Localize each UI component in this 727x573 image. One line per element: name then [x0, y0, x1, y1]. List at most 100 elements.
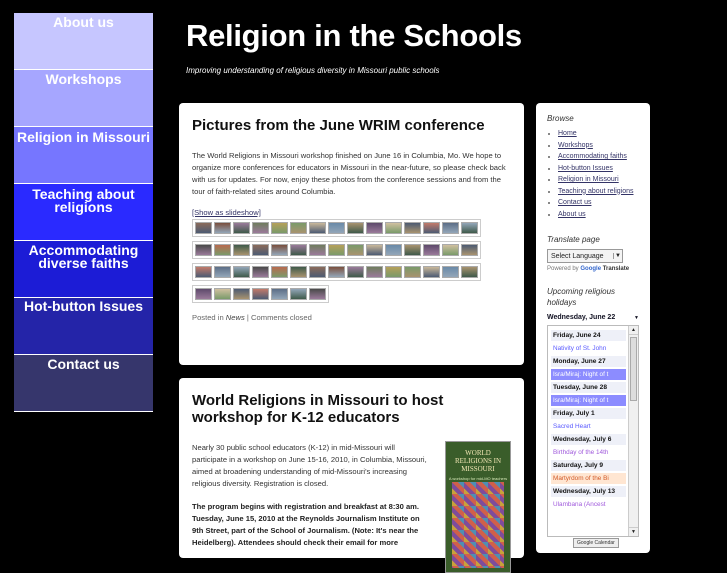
nav-label: Contact us — [47, 356, 120, 372]
language-select[interactable]: Select Language ▼ — [547, 249, 623, 263]
gallery-thumbnail[interactable] — [271, 266, 288, 278]
gallery-thumbnail[interactable] — [461, 222, 478, 234]
gallery-thumbnail[interactable] — [423, 244, 440, 256]
calendar-event[interactable]: Sacred Heart — [551, 421, 626, 432]
calendar-day-header: Friday, July 1 — [551, 408, 626, 419]
gallery-row — [192, 241, 481, 259]
gallery-thumbnail[interactable] — [195, 244, 212, 256]
gallery-thumbnail[interactable] — [271, 244, 288, 256]
gallery-thumbnail[interactable] — [252, 288, 269, 300]
gallery-thumbnail[interactable] — [214, 288, 231, 300]
calendar-event[interactable]: Birthday of the 14th — [551, 447, 626, 458]
browse-link[interactable]: Religion in Missouri — [558, 176, 619, 183]
gallery-thumbnail[interactable] — [328, 266, 345, 278]
gallery-thumbnail[interactable] — [347, 266, 364, 278]
gallery-thumbnail[interactable] — [195, 266, 212, 278]
gallery-thumbnail[interactable] — [271, 222, 288, 234]
gallery-thumbnail[interactable] — [309, 288, 326, 300]
gallery-thumbnail[interactable] — [309, 266, 326, 278]
site-tagline: Improving understanding of religious div… — [186, 66, 440, 75]
gallery-thumbnail[interactable] — [442, 266, 459, 278]
post-title[interactable]: World Religions in Missouri to host work… — [192, 392, 511, 426]
browse-link[interactable]: About us — [558, 211, 586, 218]
gallery-thumbnail[interactable] — [366, 266, 383, 278]
workshop-poster-image[interactable]: WORLD RELIGIONS IN MISSOURI A workshop f… — [445, 441, 511, 573]
posted-in-label: Posted in — [192, 313, 224, 322]
gallery-thumbnail[interactable] — [461, 244, 478, 256]
google-calendar-button[interactable]: Google Calendar — [573, 538, 619, 548]
browse-link[interactable]: Accommodating faiths — [558, 153, 627, 160]
google-logo[interactable]: Google — [580, 266, 601, 272]
gallery-thumbnail[interactable] — [442, 222, 459, 234]
scroll-down-icon[interactable]: ▼ — [629, 527, 638, 536]
gallery-row — [192, 219, 481, 237]
gallery-thumbnail[interactable] — [442, 244, 459, 256]
gallery-thumbnail[interactable] — [366, 244, 383, 256]
show-as-slideshow-link[interactable]: [Show as slideshow] — [192, 208, 511, 217]
gallery-thumbnail[interactable] — [214, 266, 231, 278]
comments-status: Comments closed — [251, 313, 312, 322]
scroll-up-icon[interactable]: ▲ — [629, 326, 638, 335]
gallery-thumbnail[interactable] — [195, 288, 212, 300]
gallery-thumbnail[interactable] — [290, 222, 307, 234]
gallery-thumbnail[interactable] — [195, 222, 212, 234]
nav-about-us[interactable]: About us — [14, 13, 153, 70]
gallery-thumbnail[interactable] — [461, 266, 478, 278]
calendar-day-header: Tuesday, June 28 — [551, 382, 626, 393]
gallery-thumbnail[interactable] — [404, 244, 421, 256]
gallery-thumbnail[interactable] — [404, 222, 421, 234]
browse-link-item: About us — [558, 209, 639, 221]
gallery-thumbnail[interactable] — [385, 244, 402, 256]
browse-link[interactable]: Hot-button Issues — [558, 165, 613, 172]
calendar-event[interactable]: Isra/Miraj: Night of t — [551, 369, 626, 380]
calendar-date-selector[interactable]: Wednesday, June 22 ▼ — [547, 314, 639, 321]
nav-workshops[interactable]: Workshops — [14, 70, 153, 127]
browse-link[interactable]: Teaching about religions — [558, 188, 634, 195]
gallery-thumbnail[interactable] — [328, 244, 345, 256]
browse-link[interactable]: Home — [558, 130, 577, 137]
gallery-thumbnail[interactable] — [214, 244, 231, 256]
calendar-scrollbar[interactable]: ▲ ▼ — [628, 326, 638, 536]
nav-contact-us[interactable]: Contact us — [14, 355, 153, 412]
gallery-thumbnail[interactable] — [347, 244, 364, 256]
browse-link[interactable]: Workshops — [558, 142, 593, 149]
gallery-thumbnail[interactable] — [233, 222, 250, 234]
calendar-event[interactable]: Martyrdom of the Bi — [551, 473, 626, 484]
gallery-thumbnail[interactable] — [385, 222, 402, 234]
category-link[interactable]: News — [226, 313, 245, 322]
nav-religion-in-missouri[interactable]: Religion in Missouri — [14, 127, 153, 184]
gallery-thumbnail[interactable] — [290, 266, 307, 278]
post-title[interactable]: Pictures from the June WRIM conference — [192, 117, 511, 134]
gallery-thumbnail[interactable] — [309, 244, 326, 256]
gallery-thumbnail[interactable] — [233, 244, 250, 256]
gallery-thumbnail[interactable] — [347, 222, 364, 234]
gallery-thumbnail[interactable] — [385, 266, 402, 278]
powered-by-label: Powered by — [547, 266, 579, 272]
nav-teaching-about-religions[interactable]: Teaching about religions — [14, 184, 153, 241]
nav-accommodating-diverse-faiths[interactable]: Accommodating diverse faiths — [14, 241, 153, 298]
calendar-event[interactable]: Nativity of St. John — [551, 343, 626, 354]
gallery-thumbnail[interactable] — [290, 288, 307, 300]
gallery-thumbnail[interactable] — [366, 222, 383, 234]
browse-link[interactable]: Contact us — [558, 199, 591, 206]
gallery-thumbnail[interactable] — [423, 266, 440, 278]
gallery-thumbnail[interactable] — [214, 222, 231, 234]
gallery-thumbnail[interactable] — [423, 222, 440, 234]
gallery-row — [192, 263, 481, 281]
gallery-thumbnail[interactable] — [252, 222, 269, 234]
calendar-event[interactable]: Isra/Miraj: Night of t — [551, 395, 626, 406]
gallery-thumbnail[interactable] — [290, 244, 307, 256]
site-title[interactable]: Religion in the Schools — [186, 18, 522, 54]
gallery-thumbnail[interactable] — [309, 222, 326, 234]
gallery-thumbnail[interactable] — [252, 244, 269, 256]
browse-link-item: Home — [558, 128, 639, 140]
gallery-thumbnail[interactable] — [271, 288, 288, 300]
gallery-thumbnail[interactable] — [233, 288, 250, 300]
calendar-event[interactable]: Ulambana (Ancest — [551, 499, 626, 510]
gallery-thumbnail[interactable] — [233, 266, 250, 278]
gallery-thumbnail[interactable] — [252, 266, 269, 278]
gallery-thumbnail[interactable] — [404, 266, 421, 278]
gallery-thumbnail[interactable] — [328, 222, 345, 234]
scrollbar-thumb[interactable] — [630, 337, 637, 401]
nav-hot-button-issues[interactable]: Hot-button Issues — [14, 298, 153, 355]
